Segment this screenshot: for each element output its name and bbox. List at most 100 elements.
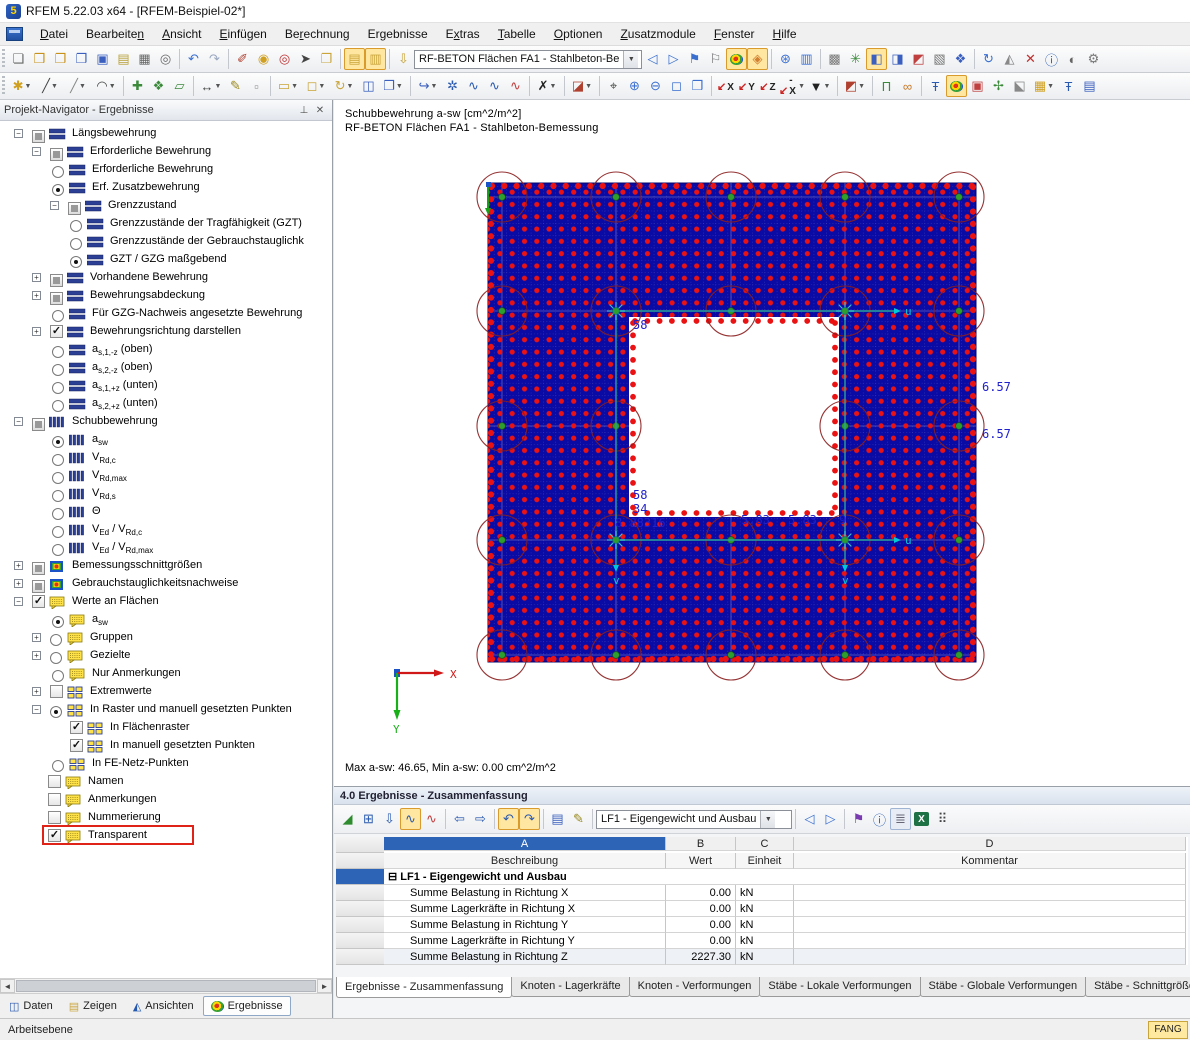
expand-icon[interactable]: + xyxy=(14,561,23,570)
load-diagram-2-icon[interactable]: ∿ xyxy=(484,75,505,97)
dropdown-arrow-icon[interactable]: ▼ xyxy=(430,83,437,90)
dropdown-arrow-icon[interactable]: ▼ xyxy=(318,83,325,90)
dropdown-arrow-icon[interactable]: ▼ xyxy=(823,83,830,90)
collapse-icon[interactable]: − xyxy=(50,201,59,210)
scroll-left-icon[interactable]: ◄ xyxy=(0,979,15,993)
cell-comment[interactable] xyxy=(794,901,1186,917)
tree-item[interactable]: +Bemessungsschnittgrößen xyxy=(0,557,332,575)
collapse-icon[interactable]: − xyxy=(14,597,23,606)
tree-item[interactable]: +Gruppen xyxy=(0,629,332,647)
tree-item[interactable]: as,2,+z (unten) xyxy=(0,395,332,413)
load-diagram-1-icon[interactable]: ∿ xyxy=(463,75,484,97)
column-header[interactable]: Beschreibung xyxy=(384,853,666,869)
table-result-info-icon[interactable]: ⓘ xyxy=(869,808,890,830)
cell-description[interactable]: Summe Lagerkräfte in Richtung Y xyxy=(384,933,666,949)
load-case-combo[interactable]: LF1 - Eigengewicht und Ausbau▼ xyxy=(596,810,792,829)
tree-item[interactable]: Erf. Zusatzbewehrung xyxy=(0,179,332,197)
table-row[interactable]: Summe Lagerkräfte in Richtung X0.00kN xyxy=(336,901,1188,917)
column-header[interactable]: Wert xyxy=(666,853,736,869)
checkbox-checked[interactable]: ✓ xyxy=(50,325,63,338)
new-arc-icon[interactable]: ◠▼ xyxy=(92,75,120,97)
dropdown-arrow-icon[interactable]: ▼ xyxy=(549,83,556,90)
expand-icon[interactable]: + xyxy=(32,687,41,696)
result-diagram-lines-icon[interactable]: Π xyxy=(876,75,897,97)
table-tab[interactable]: Stäbe - Schnittgrößen xyxy=(1085,977,1190,997)
calculator-icon[interactable]: ⠿ xyxy=(932,808,953,830)
checkbox-checked[interactable]: ✓ xyxy=(70,721,83,734)
radio-selected[interactable] xyxy=(50,706,62,718)
tree-item[interactable]: asw xyxy=(0,431,332,449)
radio[interactable] xyxy=(52,544,64,556)
table-row[interactable]: Summe Lagerkräfte in Richtung Y0.00kN xyxy=(336,933,1188,949)
table-tab[interactable]: Knoten - Lagerkräfte xyxy=(511,977,629,997)
toolbar-grip[interactable] xyxy=(2,49,5,69)
dropdown-arrow-icon[interactable]: ▼ xyxy=(346,83,353,90)
cell-description[interactable]: Summe Belastung in Richtung Y xyxy=(384,917,666,933)
tree-item[interactable]: Anmerkungen xyxy=(0,791,332,809)
table-comment-icon[interactable]: ✎ xyxy=(568,808,589,830)
tree-item[interactable]: Für GZG-Nachweis angesetzte Bewehrung xyxy=(0,305,332,323)
tree-item[interactable]: +Extremwerte xyxy=(0,683,332,701)
dropdown-arrow-icon[interactable]: ▼ xyxy=(858,83,865,90)
next-load-case-icon[interactable]: ▷ xyxy=(663,48,684,70)
show-panels-icon[interactable]: ▥ xyxy=(365,48,386,70)
radio[interactable] xyxy=(70,220,82,232)
view-along-y-icon[interactable]: ↙Y xyxy=(736,75,757,97)
cell-unit[interactable]: kN xyxy=(736,917,794,933)
column-letter[interactable]: D xyxy=(794,837,1186,851)
cell-comment[interactable] xyxy=(794,885,1186,901)
radio[interactable] xyxy=(70,238,82,250)
print-preview-icon[interactable]: ◎ xyxy=(155,48,176,70)
dropdown-arrow-icon[interactable]: ▼ xyxy=(585,83,592,90)
table-row[interactable]: Summe Belastung in Richtung Y0.00kN xyxy=(336,917,1188,933)
dropdown-arrow-icon[interactable]: ▼ xyxy=(1047,83,1054,90)
checkbox[interactable] xyxy=(48,775,61,788)
menu-item-einfügen[interactable]: Einfügen xyxy=(210,24,275,44)
open-archive-icon[interactable]: ❐ xyxy=(71,48,92,70)
expand-icon[interactable]: + xyxy=(32,327,41,336)
new-line-type-icon[interactable]: ╱▼ xyxy=(64,75,92,97)
connect-lines-icon[interactable]: ↪▼ xyxy=(414,75,442,97)
collapse-icon[interactable]: − xyxy=(14,129,23,138)
generated-load-icon[interactable]: ✲ xyxy=(442,75,463,97)
tree-item[interactable]: −✓Werte an Flächen xyxy=(0,593,332,611)
collapse-icon[interactable]: − xyxy=(32,705,41,714)
row-header-selected[interactable] xyxy=(336,869,384,885)
cancel-selection-icon[interactable]: ✕ xyxy=(1020,48,1041,70)
table-tab[interactable]: Stäbe - Lokale Verformungen xyxy=(759,977,920,997)
prev-table-icon[interactable]: ◁ xyxy=(799,808,820,830)
section-cube-icon[interactable]: ◩▼ xyxy=(841,75,869,97)
cell-value[interactable]: 0.00 xyxy=(666,933,736,949)
radio-selected[interactable] xyxy=(52,436,64,448)
tristate-checkbox[interactable] xyxy=(32,562,45,575)
open-project-icon[interactable]: ❐ xyxy=(50,48,71,70)
table-tab[interactable]: Ergebnisse - Zusammenfassung xyxy=(336,977,512,998)
cell-value[interactable]: 0.00 xyxy=(666,885,736,901)
result-tables-2-icon[interactable]: ▤ xyxy=(1079,75,1100,97)
row-header[interactable] xyxy=(336,901,384,917)
scrollbar-thumb[interactable] xyxy=(16,980,316,992)
tree-item[interactable]: +✓Bewehrungsrichtung darstellen xyxy=(0,323,332,341)
node-structure-icon[interactable]: ❖ xyxy=(148,75,169,97)
radio[interactable] xyxy=(52,310,64,322)
table-diagram-red-icon[interactable]: ∿ xyxy=(421,808,442,830)
radio-selected[interactable] xyxy=(70,256,82,268)
cell-value[interactable]: 2227.30 xyxy=(666,949,736,965)
view-solid-icon[interactable]: ▧ xyxy=(929,48,950,70)
tree-item[interactable]: VEd / VRd,max xyxy=(0,539,332,557)
column-header[interactable]: Kommentar xyxy=(794,853,1186,869)
new-file-icon[interactable]: ❏ xyxy=(8,48,29,70)
view-plane-xz-icon[interactable]: ◩ xyxy=(908,48,929,70)
tree-item[interactable]: Θ xyxy=(0,503,332,521)
tree-item[interactable]: +Vorhandene Bewehrung xyxy=(0,269,332,287)
tree-item[interactable]: Nur Anmerkungen xyxy=(0,665,332,683)
cell-description[interactable]: Summe Lagerkräfte in Richtung X xyxy=(384,901,666,917)
radio-selected[interactable] xyxy=(52,184,64,196)
navigator-tab-zeigen[interactable]: ▤Zeigen xyxy=(62,996,124,1016)
toolbar-grip[interactable] xyxy=(2,76,5,96)
view-wire-cube-icon[interactable]: ◻ xyxy=(666,75,687,97)
column-left-icon[interactable]: ⇦ xyxy=(449,808,470,830)
radio[interactable] xyxy=(52,400,64,412)
add-node-icon[interactable]: ✚ xyxy=(127,75,148,97)
radio[interactable] xyxy=(52,508,64,520)
